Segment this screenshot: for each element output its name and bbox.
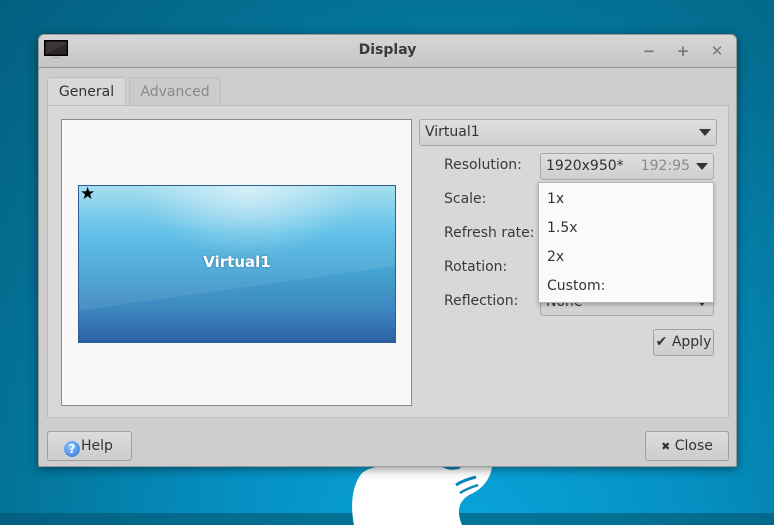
- resolution-select[interactable]: 1920x950* 192:95: [540, 153, 714, 180]
- scale-option-1x[interactable]: 1x: [547, 191, 564, 207]
- rotation-label: Rotation:: [444, 259, 508, 275]
- apply-label: Apply: [671, 334, 712, 350]
- aspect-ratio: 192:95: [640, 158, 690, 174]
- monitor-label: Virtual1: [203, 253, 271, 271]
- chevron-down-icon: [696, 163, 708, 170]
- reflection-label: Reflection:: [444, 293, 519, 309]
- maximize-button[interactable]: +: [673, 41, 693, 61]
- scale-option-1-5x[interactable]: 1.5x: [547, 220, 578, 236]
- primary-display-star-icon: ★: [80, 185, 96, 204]
- help-button[interactable]: ? Help: [47, 431, 132, 461]
- close-icon: ✖: [661, 440, 671, 453]
- minimize-button[interactable]: −: [639, 41, 659, 61]
- tab-general[interactable]: General: [47, 77, 126, 107]
- scale-option-custom[interactable]: Custom:: [547, 278, 605, 294]
- checkmark-icon: ✔: [655, 334, 668, 350]
- apply-button[interactable]: ✔ Apply: [653, 329, 714, 356]
- close-label: Close: [674, 438, 713, 454]
- help-icon: ?: [64, 441, 80, 457]
- window-close-button[interactable]: ✕: [707, 41, 727, 61]
- output-select-value: Virtual1: [425, 124, 480, 140]
- title-bar[interactable]: Display − + ✕: [39, 35, 736, 68]
- close-button[interactable]: ✖ Close: [645, 431, 729, 461]
- refresh-rate-label: Refresh rate:: [444, 225, 535, 241]
- monitor-preview-virtual1[interactable]: ★ Virtual1: [78, 185, 396, 343]
- scale-option-2x[interactable]: 2x: [547, 249, 564, 265]
- resolution-value: 1920x950*: [546, 158, 624, 174]
- window-title: Display: [358, 42, 417, 58]
- display-layout-preview: ★ Virtual1: [61, 119, 412, 406]
- scale-label: Scale:: [444, 191, 487, 207]
- scale-dropdown-menu: 1x 1.5x 2x Custom:: [538, 182, 714, 303]
- chevron-down-icon: [699, 129, 711, 136]
- resolution-label: Resolution:: [444, 157, 522, 173]
- tab-advanced[interactable]: Advanced: [129, 77, 221, 105]
- output-select[interactable]: Virtual1: [419, 119, 717, 146]
- help-label: Help: [81, 438, 113, 454]
